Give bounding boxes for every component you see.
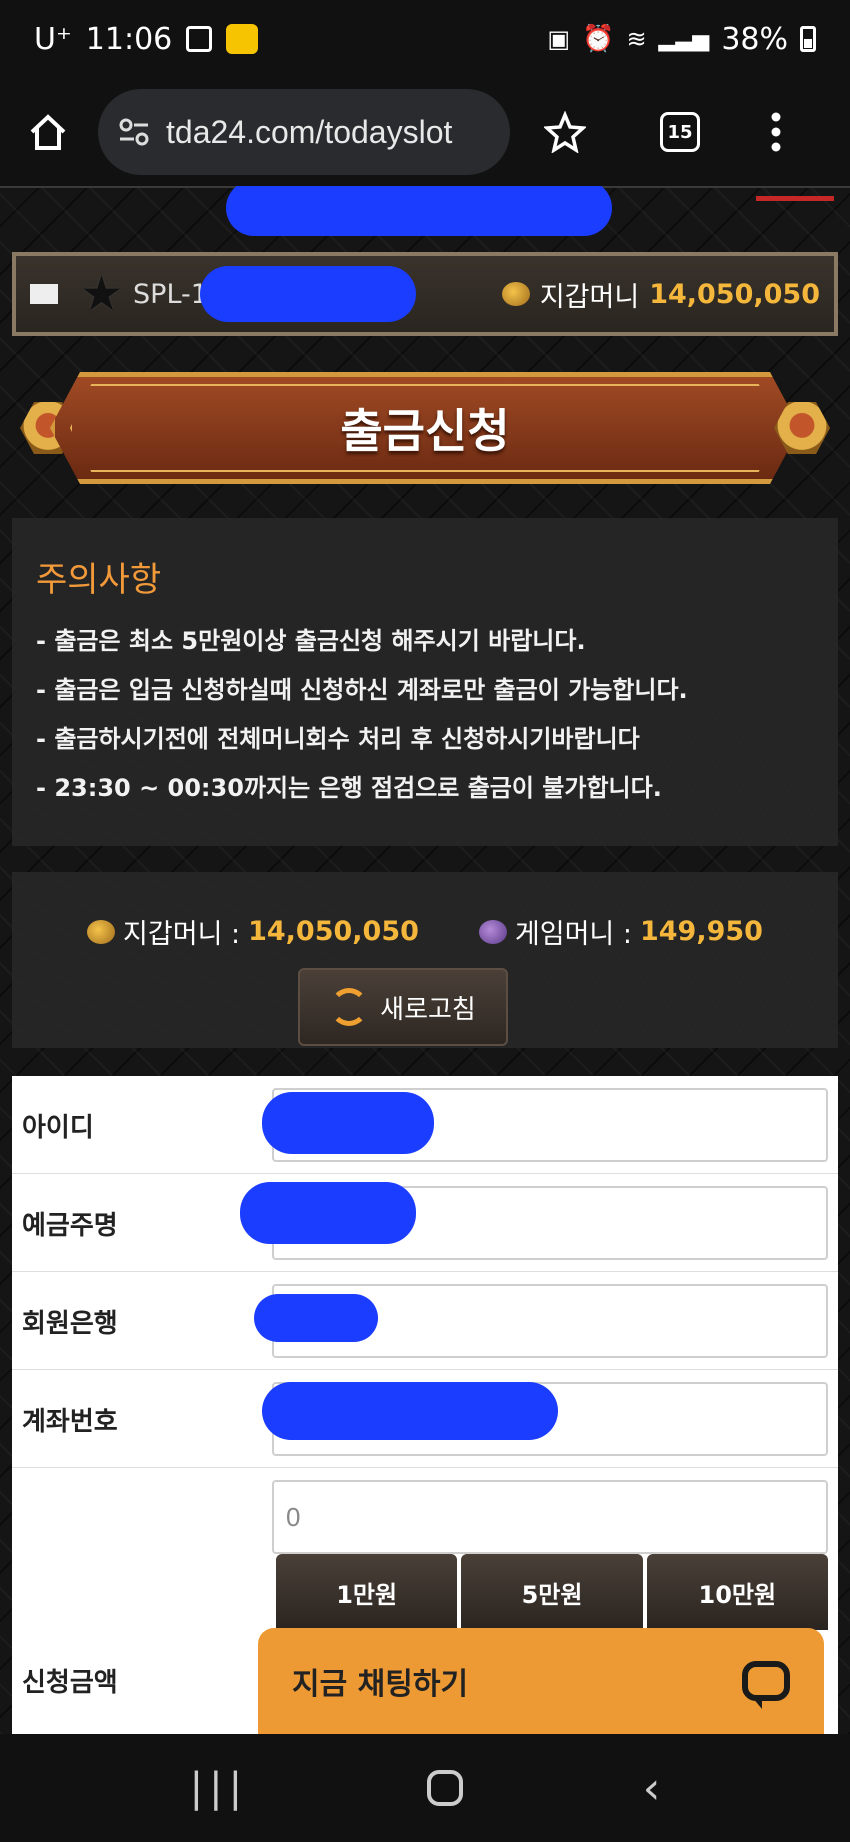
home-nav-icon[interactable] (427, 1770, 464, 1806)
user-info-bar: ★ SPL-1 지갑머니 14,050,050 (12, 252, 838, 336)
redacted-logo (226, 186, 612, 236)
account-label: 계좌번호 (22, 1406, 118, 1437)
system-nav-bar: ||| ‹ (0, 1734, 850, 1842)
redacted-bank (254, 1294, 378, 1342)
wallet-balance-label: 지갑머니 : (123, 919, 241, 950)
user-id: SPL-1 (133, 278, 208, 310)
battery-saver-icon: ▣ (547, 25, 571, 53)
page-title: 출금신청 (340, 404, 510, 458)
carrier-label: U⁺ (34, 21, 72, 57)
amount-field[interactable]: 0 (272, 1480, 828, 1554)
id-label: 아이디 (22, 1112, 94, 1143)
signal-icon: ▂▃▅ (658, 26, 710, 52)
level-star-icon: ★ (80, 266, 124, 322)
redacted-account (262, 1382, 558, 1440)
chat-bubble-icon (742, 1661, 790, 1709)
tab-switcher-button[interactable]: 15 (660, 112, 700, 152)
alarm-icon: ⏰ (582, 24, 615, 54)
amount-label: 신청금액 (22, 1668, 118, 1698)
url-text: tda24.com/todayslot (166, 113, 453, 150)
notice-line: - 출금은 최소 5만원이상 출금신청 해주시기 바랍니다. (36, 627, 586, 655)
gallery-icon (186, 26, 213, 52)
recent-apps-icon[interactable]: ||| (190, 1765, 248, 1811)
wallet-balance: 지갑머니 : 14,050,050 (87, 912, 419, 951)
amount-10000-button[interactable]: 1만원 (276, 1554, 458, 1630)
refresh-icon (330, 988, 369, 1026)
game-money-icon (478, 919, 507, 944)
chat-label: 지금 채팅하기 (292, 1667, 469, 1702)
amount-100000-button[interactable]: 10만원 (646, 1554, 828, 1630)
wallet-label: 지갑머니 (539, 281, 640, 313)
form-row-bank: 회원은행 (12, 1272, 838, 1370)
game-balance-label: 게임머니 : (514, 919, 632, 950)
depositor-label: 예금주명 (22, 1210, 118, 1241)
browser-toolbar: tda24.com/todayslot 15 (0, 78, 850, 186)
game-balance: 게임머니 : 149,950 (478, 912, 763, 951)
notice-title: 주의사항 (36, 560, 162, 600)
balance-box: 지갑머니 : 14,050,050 게임머니 : 149,950 새로고침 (12, 872, 838, 1048)
bank-label: 회원은행 (22, 1308, 118, 1339)
battery-icon (800, 26, 816, 52)
wallet-coin-icon (87, 919, 116, 944)
bookmark-star-icon[interactable] (544, 111, 586, 153)
form-row-amount: 0 (12, 1468, 838, 1566)
redacted-id (262, 1092, 434, 1154)
wallet-value: 14,050,050 (649, 278, 820, 310)
wallet-coin-icon (501, 282, 530, 306)
redacted-user-id (200, 266, 416, 322)
battery-percent: 38% (721, 21, 788, 57)
wifi-icon: ≋ (626, 25, 647, 53)
notice-line: - 출금하시기전에 전체머니회수 처리 후 신청하시기바랍니다 (36, 725, 640, 753)
back-icon[interactable]: ‹ (643, 1763, 661, 1814)
notice-line: - 23:30 ~ 00:30까지는 은행 점검으로 출금이 불가합니다. (36, 774, 662, 802)
amount-buttons: 1만원 5만원 10만원 (276, 1554, 828, 1630)
address-bar[interactable]: tda24.com/todayslot (98, 89, 510, 175)
live-chat-button[interactable]: 지금 채팅하기 (258, 1628, 824, 1734)
wallet-balance-value: 14,050,050 (248, 916, 419, 947)
amount-50000-button[interactable]: 5만원 (461, 1554, 643, 1630)
kakao-icon (226, 24, 259, 54)
mail-icon[interactable] (30, 284, 58, 304)
clock: 11:06 (85, 21, 173, 57)
page-title-banner: 출금신청 (20, 372, 830, 484)
status-bar: U⁺ 11:06 ▣ ⏰ ≋ ▂▃▅ 38% (0, 0, 850, 78)
refresh-button[interactable]: 새로고침 (298, 968, 508, 1046)
site-settings-icon[interactable] (118, 117, 150, 147)
notice-box: 주의사항 - 출금은 최소 5만원이상 출금신청 해주시기 바랍니다. - 출금… (12, 518, 838, 846)
notice-line: - 출금은 입금 신청하실때 신청하신 계좌로만 출금이 가능합니다. (36, 676, 688, 704)
form-row-depositor: 예금주명 (12, 1174, 838, 1272)
redacted-depositor (240, 1182, 416, 1244)
web-page: ★ SPL-1 지갑머니 14,050,050 출금신청 주의사항 - 출금은 … (0, 186, 850, 1734)
more-menu-icon[interactable] (770, 111, 782, 153)
game-balance-value: 149,950 (639, 916, 763, 947)
menu-indicator[interactable] (756, 196, 834, 201)
home-icon[interactable] (26, 110, 70, 154)
refresh-label: 새로고침 (380, 994, 476, 1025)
